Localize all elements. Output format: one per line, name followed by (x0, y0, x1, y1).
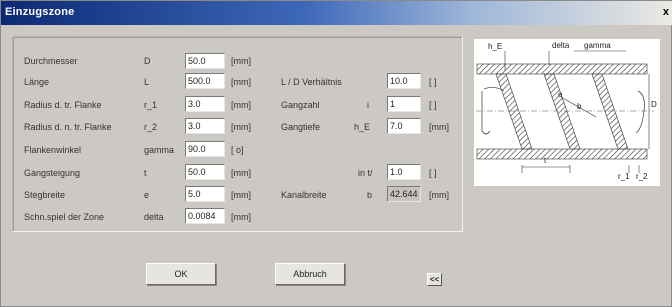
symbol-gamma: gamma (144, 145, 175, 155)
symbol-r2: r_2 (144, 122, 158, 132)
unit-laenge: [mm] (231, 77, 251, 87)
ld-verhaeltnis-input[interactable]: 10.0 (387, 73, 421, 89)
gangzahl-input[interactable]: 1 (387, 96, 421, 112)
flankenwinkel-input[interactable]: 90.0 (185, 141, 225, 157)
ok-button[interactable]: OK (146, 263, 216, 285)
label-gangtiefe: Gangtiefe (281, 122, 321, 132)
gangsteigung-input[interactable]: 50.0 (185, 164, 225, 180)
kanalbreite-output: 42.644 (387, 186, 421, 202)
unit-radius-tr: [mm] (231, 100, 251, 110)
radius-tr-input[interactable]: 3.0 (185, 96, 225, 112)
dialog-window: Einzugszone x Durchmesser D 50.0 [mm] Lä… (0, 0, 672, 307)
gangtiefe-input[interactable]: 7.0 (387, 118, 421, 134)
close-icon[interactable]: x (663, 6, 669, 18)
in-t-input[interactable]: 1.0 (387, 164, 421, 180)
unit-in-t: [ ] (429, 168, 437, 178)
unit-gangsteigung: [mm] (231, 168, 251, 178)
collapse-button[interactable]: << (427, 273, 442, 286)
diagram-label-r2: r_2 (636, 172, 648, 181)
label-radius-tr: Radius d. tr. Flanke (24, 100, 102, 110)
durchmesser-input[interactable]: 50.0 (185, 53, 225, 69)
unit-schnspiel: [mm] (231, 212, 251, 222)
symbol-he: h_E (354, 122, 371, 132)
symbol-l: L (144, 77, 150, 87)
diagram-label-b: b (577, 102, 582, 111)
radius-ntr-input[interactable]: 3.0 (185, 118, 225, 134)
symbol-t: t (144, 168, 147, 178)
label-laenge: Länge (24, 77, 50, 87)
stegbreite-input[interactable]: 5.0 (185, 186, 225, 202)
diagram-label-d: D (651, 100, 657, 109)
unit-ld-verhaeltnis: [ ] (429, 77, 437, 87)
symbol-delta: delta (144, 212, 164, 222)
diagram-label-he: h_E (488, 42, 502, 51)
label-kanalbreite: Kanalbreite (281, 190, 327, 200)
unit-kanalbreite: [mm] (429, 190, 449, 200)
screw-geometry-diagram: h_E delta gamma D e b t r_1 r_2 (474, 39, 660, 186)
title-bar: Einzugszone x (1, 1, 672, 25)
label-durchmesser: Durchmesser (24, 56, 78, 66)
unit-radius-ntr: [mm] (231, 122, 251, 132)
unit-gangtiefe: [mm] (429, 122, 449, 132)
laenge-input[interactable]: 500.0 (185, 73, 225, 89)
symbol-e: e (144, 190, 150, 200)
diagram-label-gamma: gamma (584, 41, 611, 50)
symbol-r1: r_1 (144, 100, 158, 110)
symbol-i: i (367, 100, 369, 110)
label-schnspiel: Schn.spiel der Zone (24, 212, 105, 222)
unit-stegbreite: [mm] (231, 190, 251, 200)
label-in-t: in t/ (358, 168, 373, 178)
schnspiel-input[interactable]: 0.0084 (185, 208, 225, 224)
diagram-label-e: e (558, 90, 563, 99)
label-gangsteigung: Gangsteigung (24, 168, 81, 178)
unit-durchmesser: [mm] (231, 56, 251, 66)
label-radius-ntr: Radius d. n. tr. Flanke (24, 122, 112, 132)
window-title: Einzugszone (5, 6, 75, 18)
symbol-d: D (144, 56, 151, 66)
diagram-label-r1: r_1 (618, 172, 630, 181)
symbol-b: b (367, 190, 373, 200)
cancel-button[interactable]: Abbruch (275, 263, 345, 285)
label-stegbreite: Stegbreite (24, 190, 66, 200)
diagram-label-delta: delta (552, 41, 570, 50)
unit-gangzahl: [ ] (429, 100, 437, 110)
label-flankenwinkel: Flankenwinkel (24, 145, 82, 155)
label-gangzahl: Gangzahl (281, 100, 320, 110)
unit-flankenwinkel: [ o] (231, 145, 244, 155)
label-ld-verhaeltnis: L / D Verhältnis (281, 77, 342, 87)
